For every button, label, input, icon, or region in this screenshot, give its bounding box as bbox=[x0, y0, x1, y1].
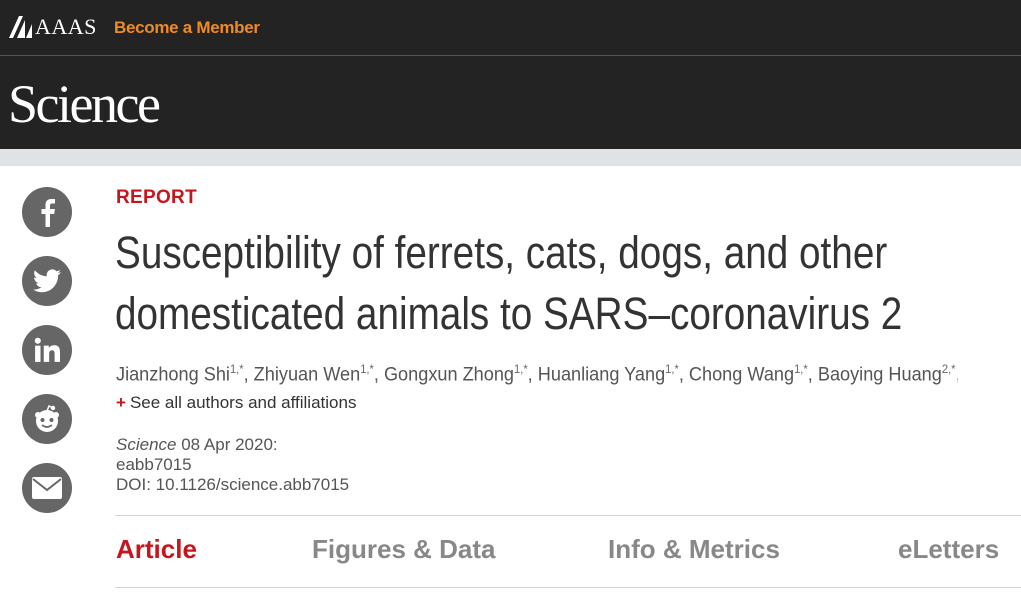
tabs-top-divider bbox=[115, 515, 1021, 516]
citation-article-id: eabb7015 bbox=[116, 455, 192, 474]
author-affiliation-marker: 1,* bbox=[665, 362, 679, 376]
share-facebook-button[interactable] bbox=[22, 187, 72, 237]
journal-brand-bar: Science bbox=[0, 56, 1021, 149]
top-bar: AAAS Become a Member bbox=[0, 0, 1021, 56]
tab-info-metrics[interactable]: Info & Metrics bbox=[608, 534, 780, 565]
citation-date-line: Science 08 Apr 2020: bbox=[116, 435, 349, 455]
author-link[interactable]: Baoying Huang bbox=[818, 364, 942, 386]
science-logo[interactable]: Science bbox=[8, 74, 161, 134]
article-title-line: domesticated animals to SARS–coronavirus… bbox=[115, 288, 903, 339]
article-type-label: REPORT bbox=[116, 187, 197, 208]
citation-journal: Science bbox=[116, 435, 177, 454]
share-toolbar bbox=[22, 187, 72, 532]
header-divider-strip bbox=[0, 149, 1021, 166]
aaas-wordmark: AAAS bbox=[35, 14, 97, 39]
author-affiliation-marker: 2,* bbox=[941, 362, 956, 376]
see-all-authors-link[interactable]: + See all authors and affiliations bbox=[116, 393, 356, 413]
tabs-bottom-divider bbox=[115, 587, 1021, 588]
share-linkedin-button[interactable] bbox=[22, 325, 72, 375]
tab-article[interactable]: Article bbox=[116, 534, 197, 565]
article-title-line: Susceptibility of ferrets, cats, dogs, a… bbox=[115, 227, 888, 278]
share-twitter-button[interactable] bbox=[22, 256, 72, 306]
author-affiliation-marker: 1,* bbox=[794, 362, 808, 376]
citation-date: 08 Apr 2020: bbox=[181, 435, 278, 454]
tab-eletters[interactable]: eLetters bbox=[898, 534, 999, 565]
author-link[interactable]: Jianzhong Shi bbox=[116, 364, 230, 386]
citation-doi: DOI: 10.1126/science.abb7015 bbox=[116, 475, 350, 494]
plus-icon: + bbox=[116, 393, 126, 412]
reddit-icon bbox=[35, 405, 59, 432]
article-title: Susceptibility of ferrets, cats, dogs, a… bbox=[115, 222, 903, 344]
author-affiliation-marker: 1,* bbox=[514, 362, 528, 376]
author-affiliation-marker: 1,* bbox=[229, 362, 244, 376]
author-link[interactable]: Chong Wang bbox=[689, 364, 794, 386]
author-link[interactable]: Zhiyuan Wen bbox=[254, 364, 361, 386]
email-icon bbox=[32, 477, 62, 499]
citation-block: Science 08 Apr 2020: eabb7015 DOI: 10.11… bbox=[116, 435, 349, 495]
author-list: Jianzhong Shi1,*, Zhiyuan Wen1,*, Gongxu… bbox=[116, 362, 958, 386]
aaas-mark-icon bbox=[9, 16, 32, 38]
facebook-icon bbox=[41, 199, 55, 227]
share-email-button[interactable] bbox=[22, 463, 72, 513]
tab-figures-data[interactable]: Figures & Data bbox=[312, 534, 496, 565]
linkedin-icon bbox=[34, 337, 60, 362]
twitter-icon bbox=[33, 269, 61, 293]
author-link[interactable]: Gongxun Zhong bbox=[384, 364, 514, 386]
share-reddit-button[interactable] bbox=[22, 394, 72, 444]
see-all-authors-label: See all authors and affiliations bbox=[129, 393, 357, 412]
become-member-link[interactable]: Become a Member bbox=[114, 18, 260, 38]
author-affiliation-marker: 1,* bbox=[360, 362, 374, 376]
author-link[interactable]: Huanliang Yang bbox=[538, 364, 665, 386]
aaas-logo[interactable]: AAAS bbox=[9, 16, 97, 38]
